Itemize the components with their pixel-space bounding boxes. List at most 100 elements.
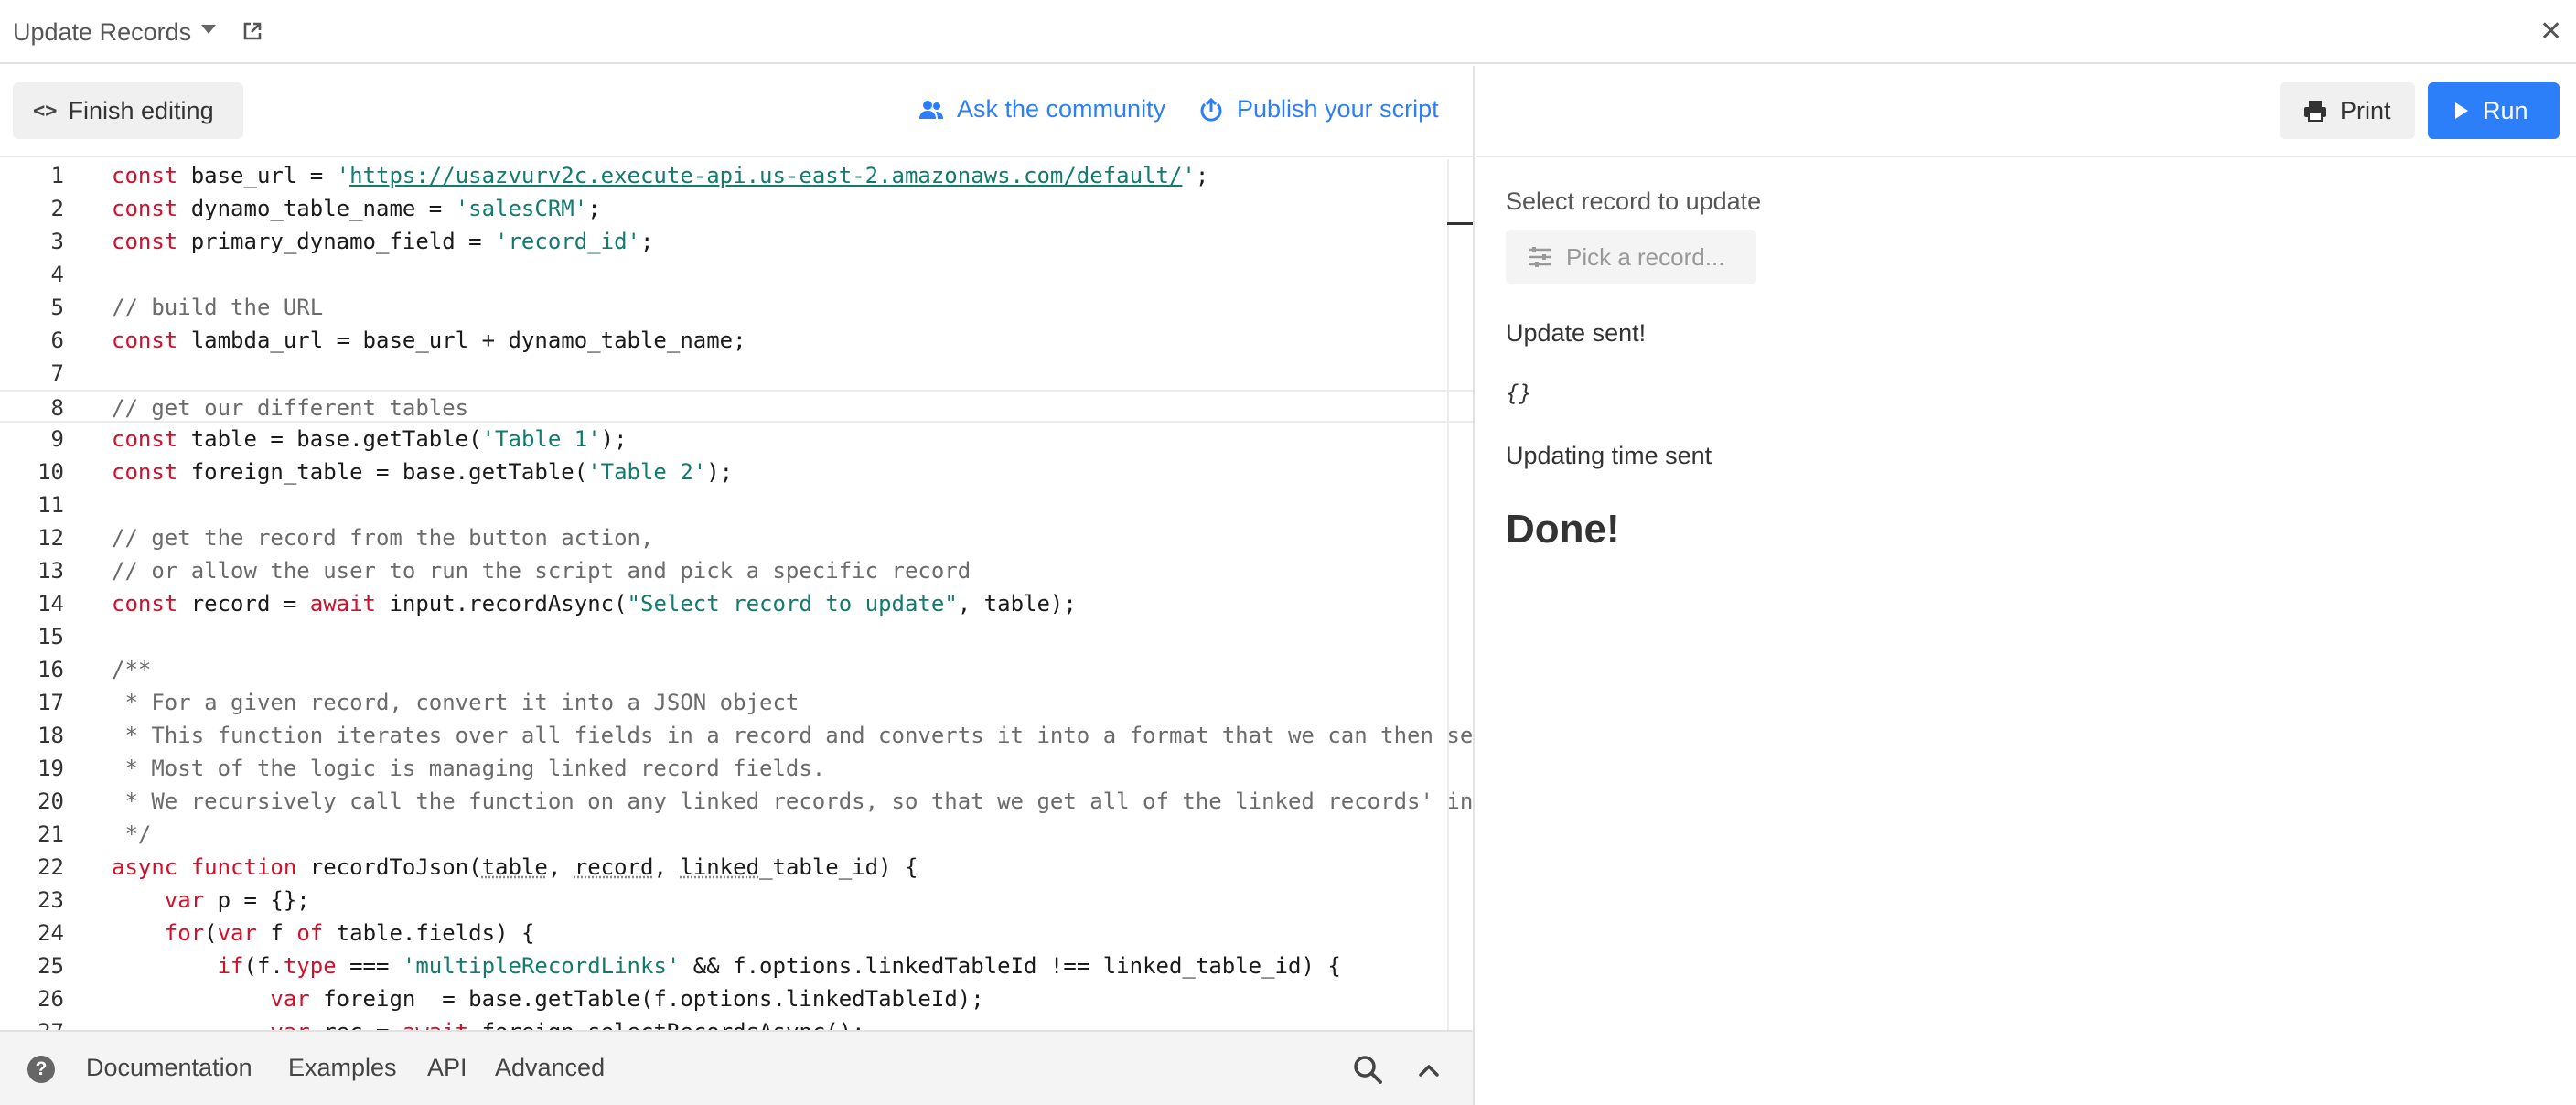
line-number: 8 [50,395,64,421]
code-text[interactable]: async function recordToJson(table, recor… [112,851,918,884]
line-number: 19 [38,756,64,781]
filter-icon [1529,247,1551,267]
line-number: 6 [50,327,64,353]
code-line[interactable]: 6 const lambda_url = base_url + dynamo_ta… [0,324,1473,357]
line-number: 1 [50,163,64,188]
run-button[interactable]: Run [2428,82,2560,139]
code-text[interactable]: * For a given record, convert it into a … [112,686,799,719]
ask-community-link[interactable]: Ask the community [918,95,1165,123]
code-line[interactable]: 3 const primary_dynamo_field = 'record_id… [0,225,1473,258]
code-line[interactable]: 16 /** [0,653,1473,686]
code-text[interactable]: var p = {}; [112,884,310,917]
code-editor[interactable]: 1 const base_url = 'https://usazvurv2c.ex… [0,159,1473,1030]
code-line[interactable]: 19 * Most of the logic is managing linke… [0,752,1473,785]
line-number: 17 [38,690,64,715]
line-number: 2 [50,196,64,221]
search-icon[interactable] [1352,1054,1383,1085]
code-text[interactable]: * Most of the logic is managing linked r… [112,752,825,785]
code-line[interactable]: 21 */ [0,818,1473,851]
advanced-link[interactable]: Advanced [495,1054,605,1082]
pick-record-button[interactable]: Pick a record... [1506,230,1756,284]
code-text[interactable]: const primary_dynamo_field = 'record_id'… [112,225,653,258]
publish-script-link[interactable]: Publish your script [1198,95,1439,123]
code-text[interactable]: * This function iterates over all fields… [112,719,1473,752]
print-label: Print [2340,96,2391,124]
scrollbar-thumb[interactable] [1447,222,1473,225]
output-toolbar: Print Run [1476,66,2576,157]
code-text[interactable]: if(f.type === 'multipleRecordLinks' && f… [112,949,1341,982]
code-line[interactable]: 22 async function recordToJson(table, rec… [0,851,1473,884]
line-number: 27 [0,1015,64,1030]
code-text[interactable]: const lambda_url = base_url + dynamo_tab… [112,324,746,357]
line-number: 25 [38,953,64,979]
printer-icon [2304,101,2326,122]
publish-script-label: Publish your script [1237,95,1439,123]
run-label: Run [2483,96,2528,124]
code-icon: <> [33,99,58,123]
code-text[interactable]: const base_url = 'https://usazvurv2c.exe… [112,159,1208,192]
editor-toolbar: <> Finish editing Ask the community Publ… [0,66,1473,157]
code-line[interactable]: 11 [0,488,1473,521]
code-line[interactable]: 14 const record = await input.recordAsync… [0,587,1473,620]
code-line[interactable]: 10 const foreign_table = base.getTable('T… [0,456,1473,488]
print-margin-ruler [1447,159,1449,1030]
finish-editing-button[interactable]: <> Finish editing [13,82,243,139]
code-line[interactable]: 24 for(var f of table.fields) { [0,917,1473,949]
code-text[interactable]: const foreign_table = base.getTable('Tab… [112,456,733,488]
line-number: 11 [38,492,64,518]
code-text[interactable]: // or allow the user to run the script a… [112,554,971,587]
code-line[interactable]: 1 const base_url = 'https://usazvurv2c.ex… [0,159,1473,192]
line-number: 16 [38,657,64,682]
code-text[interactable]: // get our different tables [112,392,468,424]
line-number: 10 [38,459,64,485]
code-line[interactable]: 5 // build the URL [0,291,1473,324]
code-line[interactable]: 23 var p = {}; [0,884,1473,917]
code-text[interactable]: for(var f of table.fields) { [112,917,535,949]
line-number: 26 [38,986,64,1012]
external-link-icon[interactable] [242,20,263,42]
close-icon[interactable]: ✕ [2539,18,2562,46]
code-text[interactable]: const table = base.getTable('Table 1'); [112,423,628,456]
updating-time-text: Updating time sent [1506,442,1712,469]
window-title[interactable]: Update Records [13,18,191,47]
code-line[interactable]: 17 * For a given record, convert it into… [0,686,1473,719]
code-text[interactable]: // get the record from the button action… [112,521,653,554]
code-line[interactable]: 7 [0,357,1473,390]
code-line[interactable]: 27 var rec = await foreign.selectRecords… [0,1015,1473,1030]
title-bar: Update Records ✕ [0,0,2576,64]
chevron-down-icon[interactable] [201,25,216,34]
play-icon [2455,102,2468,119]
code-text[interactable]: const record = await input.recordAsync("… [112,587,1077,620]
code-line[interactable]: 25 if(f.type === 'multipleRecordLinks' &… [0,949,1473,982]
help-icon[interactable]: ? [27,1056,55,1083]
code-line[interactable]: 18 * This function iterates over all fie… [0,719,1473,752]
line-number: 15 [38,624,64,649]
examples-link[interactable]: Examples [288,1054,397,1082]
code-line[interactable]: 13 // or allow the user to run the script… [0,554,1473,587]
code-line[interactable]: 15 [0,620,1473,653]
code-text[interactable]: // build the URL [112,291,323,324]
code-line[interactable]: 26 var foreign = base.getTable(f.options… [0,982,1473,1015]
code-line[interactable]: 4 [0,258,1473,291]
code-text[interactable]: */ [112,818,151,851]
print-button[interactable]: Print [2280,82,2415,139]
line-number: 18 [38,723,64,748]
code-line[interactable]: 20 * We recursively call the function on… [0,785,1473,818]
code-text[interactable]: * We recursively call the function on an… [112,785,1473,818]
code-line[interactable]: 12 // get the record from the button acti… [0,521,1473,554]
ask-community-label: Ask the community [957,95,1166,123]
code-text[interactable]: /** [112,653,151,686]
pick-record-placeholder: Pick a record... [1566,242,1725,271]
done-heading: Done! [1506,507,1620,552]
users-icon [919,100,943,119]
code-text[interactable]: const dynamo_table_name = 'salesCRM'; [112,192,601,225]
api-link[interactable]: API [427,1054,467,1082]
code-text[interactable]: var rec = await foreign.selectRecordsAsy… [112,1015,864,1030]
code-text[interactable]: var foreign = base.getTable(f.options.li… [112,982,983,1015]
code-line[interactable]: 9 const table = base.getTable('Table 1'); [0,423,1473,456]
editor-pane: <> Finish editing Ask the community Publ… [0,66,1475,1105]
code-line[interactable]: 8 // get our different tables [0,390,1473,423]
documentation-link[interactable]: Documentation [86,1054,252,1082]
chevron-up-icon[interactable] [1416,1057,1442,1083]
code-line[interactable]: 2 const dynamo_table_name = 'salesCRM'; [0,192,1473,225]
